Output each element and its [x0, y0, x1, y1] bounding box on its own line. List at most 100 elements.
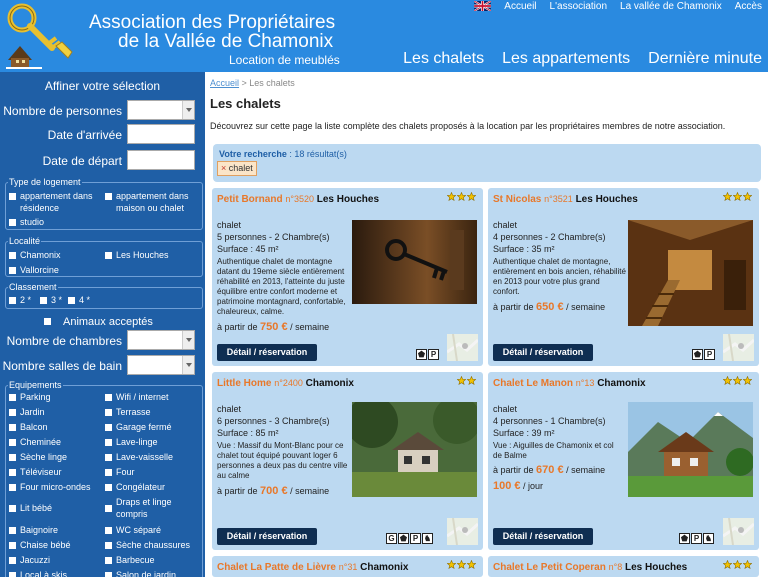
mainnav-chalets[interactable]: Les chalets — [403, 50, 484, 68]
date-arrivee-input[interactable] — [127, 124, 195, 144]
mainnav-appartements[interactable]: Les appartements — [502, 50, 630, 68]
checkbox-box[interactable] — [40, 297, 47, 304]
checkbox-draps-linge[interactable]: Draps et linge compris — [105, 496, 197, 520]
checkbox-box[interactable] — [9, 297, 16, 304]
checkbox-four-micro-ondes[interactable]: Four micro-ondes — [9, 481, 91, 493]
checkbox-lave-linge[interactable]: Lave-linge — [105, 436, 158, 448]
checkbox-garage[interactable]: Garage fermé — [105, 421, 172, 433]
listing-title[interactable]: Chalet La Patte de Lièvre n°31 Chamonix — [217, 562, 408, 573]
listing-title[interactable]: Little Home n°2400 Chamonix — [217, 378, 354, 389]
checkbox-box[interactable] — [44, 318, 51, 325]
checkbox-box[interactable] — [9, 394, 16, 401]
checkbox-congelateur[interactable]: Congélateur — [105, 481, 165, 493]
logo-key-chalet-icon[interactable] — [2, 2, 74, 70]
checkbox-box[interactable] — [9, 409, 16, 416]
checkbox-box[interactable] — [9, 542, 16, 549]
listing-photo-key-door[interactable] — [352, 220, 477, 304]
checkbox-vallorcine[interactable]: Vallorcine — [9, 264, 59, 276]
checkbox-baignoire[interactable]: Baignoire — [9, 524, 58, 536]
checkbox-box[interactable] — [105, 454, 112, 461]
checkbox-lit-bebe[interactable]: Lit bébé — [9, 502, 52, 514]
search-filter-tag[interactable]: × chalet — [217, 161, 257, 176]
checkbox-lave-vaisselle[interactable]: Lave-vaisselle — [105, 451, 173, 463]
checkbox-box[interactable] — [9, 439, 16, 446]
map-thumbnail-icon[interactable] — [723, 518, 754, 545]
checkbox-studio[interactable]: studio — [9, 216, 44, 228]
listing-title[interactable]: St Nicolas n°3521 Les Houches — [493, 194, 638, 205]
checkbox-cheminee[interactable]: Cheminée — [9, 436, 61, 448]
checkbox-box[interactable] — [105, 424, 112, 431]
nb-chambres-select[interactable] — [127, 330, 195, 350]
breadcrumb-home-link[interactable]: Accueil — [210, 78, 239, 88]
checkbox-box[interactable] — [9, 484, 16, 491]
checkbox-seche-chaussures[interactable]: Sèche chaussures — [105, 539, 190, 551]
checkbox-box[interactable] — [105, 505, 112, 512]
checkbox-four[interactable]: Four — [105, 466, 135, 478]
brand-title-line2[interactable]: de la Vallée de Chamonix — [118, 31, 333, 52]
checkbox-box[interactable] — [9, 219, 16, 226]
checkbox-box[interactable] — [105, 469, 112, 476]
checkbox-wc-separe[interactable]: WC séparé — [105, 524, 161, 536]
listing-title[interactable]: Chalet Le Manon n°13 Chamonix — [493, 378, 646, 389]
checkbox-chamonix[interactable]: Chamonix — [9, 249, 61, 261]
map-thumbnail-icon[interactable] — [447, 518, 478, 545]
checkbox-box[interactable] — [105, 572, 112, 577]
checkbox-box[interactable] — [105, 542, 112, 549]
map-thumbnail-icon[interactable] — [723, 334, 754, 361]
checkbox-barbecue[interactable]: Barbecue — [105, 554, 155, 566]
checkbox-jacuzzi[interactable]: Jacuzzi — [9, 554, 50, 566]
checkbox-seche-linge[interactable]: Sèche linge — [9, 451, 67, 463]
checkbox-box[interactable] — [105, 527, 112, 534]
listing-photo-chalet-trees[interactable] — [352, 402, 477, 497]
checkbox-box[interactable] — [9, 557, 16, 564]
listing-photo-chalet-mountains[interactable] — [628, 402, 753, 497]
nb-personnes-select[interactable] — [127, 100, 195, 120]
brand-title-line1[interactable]: Association des Propriétaires — [89, 12, 335, 33]
checkbox-box[interactable] — [9, 527, 16, 534]
checkbox-box[interactable] — [105, 394, 112, 401]
checkbox-local-skis[interactable]: Local à skis — [9, 569, 67, 577]
checkbox-box[interactable] — [105, 252, 112, 259]
listing-title[interactable]: Petit Bornand n°3520 Les Houches — [217, 194, 379, 205]
checkbox-box[interactable] — [105, 193, 112, 200]
checkbox-2-etoiles[interactable]: 2 * — [9, 294, 31, 306]
checkbox-balcon[interactable]: Balcon — [9, 421, 48, 433]
checkbox-box[interactable] — [9, 267, 16, 274]
topnav-vallee[interactable]: La vallée de Chamonix — [620, 1, 722, 12]
checkbox-salon-jardin[interactable]: Salon de jardin — [105, 569, 176, 577]
checkbox-wifi[interactable]: Wifi / internet — [105, 391, 169, 403]
checkbox-box[interactable] — [9, 193, 16, 200]
remove-filter-icon[interactable]: × — [221, 163, 226, 173]
checkbox-box[interactable] — [105, 557, 112, 564]
checkbox-les-houches[interactable]: Les Houches — [105, 249, 169, 261]
nb-sdb-select[interactable] — [127, 355, 195, 375]
checkbox-box[interactable] — [105, 439, 112, 446]
detail-reservation-button[interactable]: Détail / réservation — [217, 344, 317, 361]
mainnav-derniere-minute[interactable]: Dernière minute — [648, 50, 762, 68]
checkbox-parking[interactable]: Parking — [9, 391, 51, 403]
checkbox-televiseur[interactable]: Téléviseur — [9, 466, 62, 478]
uk-flag-icon[interactable] — [474, 1, 492, 11]
checkbox-chaise-bebe[interactable]: Chaise bébé — [9, 539, 71, 551]
date-depart-input[interactable] — [127, 150, 195, 170]
listing-title[interactable]: Chalet Le Petit Coperan n°8 Les Houches — [493, 562, 687, 573]
map-thumbnail-icon[interactable] — [447, 334, 478, 361]
listing-photo-wooden-interior[interactable] — [628, 220, 753, 326]
checkbox-appartement-residence[interactable]: appartement dans résidence — [9, 190, 101, 214]
checkbox-box[interactable] — [105, 484, 112, 491]
checkbox-appartement-maison[interactable]: appartement dans maison ou chalet — [105, 190, 201, 214]
detail-reservation-button[interactable]: Détail / réservation — [493, 344, 593, 361]
topnav-acces[interactable]: Accès — [735, 1, 762, 12]
checkbox-box[interactable] — [9, 454, 16, 461]
checkbox-box[interactable] — [68, 297, 75, 304]
checkbox-box[interactable] — [9, 572, 16, 577]
checkbox-box[interactable] — [9, 252, 16, 259]
checkbox-animaux[interactable]: Animaux acceptés — [44, 316, 153, 328]
checkbox-box[interactable] — [9, 469, 16, 476]
checkbox-box[interactable] — [9, 505, 16, 512]
checkbox-box[interactable] — [105, 409, 112, 416]
checkbox-3-etoiles[interactable]: 3 * — [40, 294, 62, 306]
detail-reservation-button[interactable]: Détail / réservation — [217, 528, 317, 545]
checkbox-4-etoiles[interactable]: 4 * — [68, 294, 90, 306]
topnav-accueil[interactable]: Accueil — [504, 1, 536, 12]
